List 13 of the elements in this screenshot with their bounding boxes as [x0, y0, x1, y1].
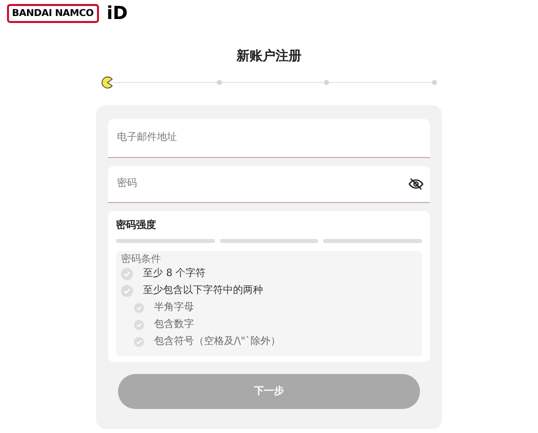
condition-text: 至少 8 个字符: [143, 268, 206, 280]
eye-slash-icon[interactable]: [408, 176, 424, 192]
conditions-title: 密码条件: [121, 254, 162, 264]
brand-logo[interactable]: BANDAI NAMCO: [7, 4, 99, 23]
condition-text: 半角字母: [154, 302, 194, 314]
condition-text: 包含符号（空格及/\"`除外）: [154, 336, 280, 348]
condition-text: 包含数字: [154, 318, 194, 330]
page-title: 新账户注册: [236, 48, 302, 66]
id-logo: iD: [106, 4, 128, 22]
email-field[interactable]: 电子邮件地址: [108, 118, 430, 158]
password-field[interactable]: 密码: [108, 166, 430, 202]
strength-title: 密码强度: [116, 218, 157, 232]
condition-text: 至少包含以下字符中的两种: [143, 284, 263, 296]
